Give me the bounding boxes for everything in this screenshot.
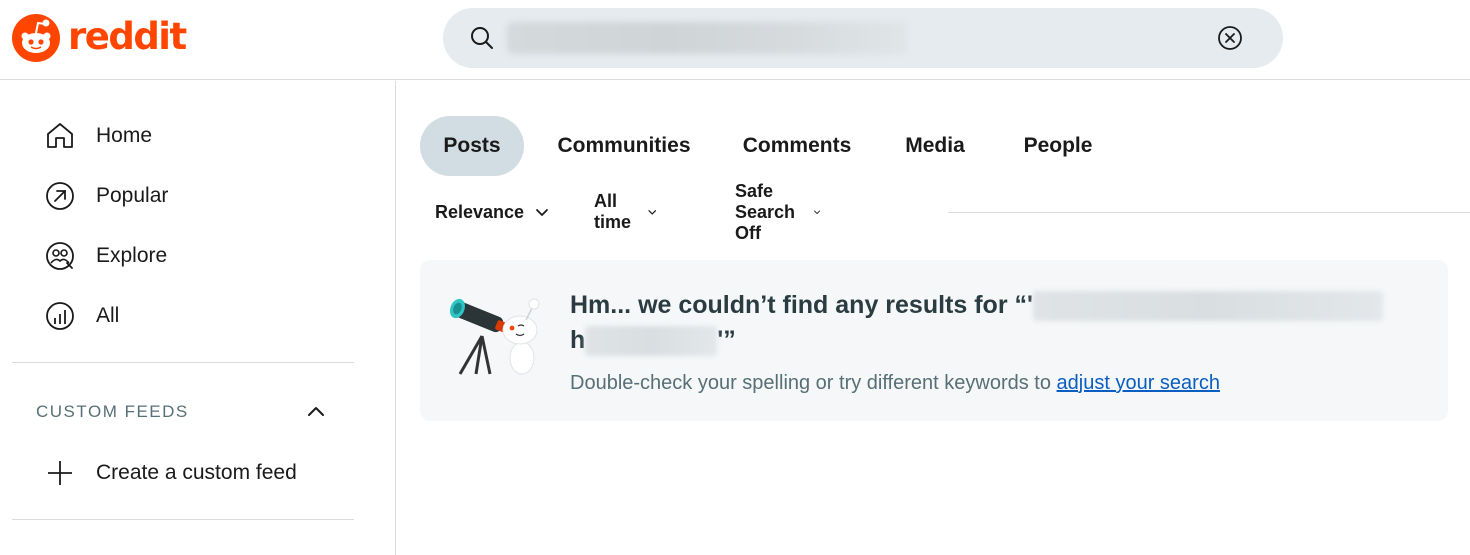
- explore-icon: [46, 242, 74, 270]
- safe-search-label: Safe Search Off: [735, 180, 796, 243]
- no-results-card: Hm... we couldn’t find any results for “…: [420, 260, 1448, 421]
- no-results-subtitle: Double-check your spelling or try differ…: [570, 372, 1220, 395]
- time-label: All time: [594, 191, 632, 232]
- sidebar-item-label: Popular: [96, 184, 169, 207]
- filter-divider: [948, 212, 1470, 213]
- time-dropdown[interactable]: All time: [594, 190, 657, 234]
- tab-posts[interactable]: Posts: [420, 116, 524, 176]
- logo-text: reddit: [68, 14, 187, 58]
- tab-comments[interactable]: Comments: [730, 116, 864, 176]
- reddit-snoo-logo-icon: [12, 14, 60, 62]
- title-suffix: '”: [717, 326, 736, 354]
- sidebar-item-label: Explore: [96, 244, 168, 267]
- top-header: reddit: [0, 0, 1470, 80]
- sidebar-item-all[interactable]: All: [12, 288, 354, 344]
- home-icon: [47, 123, 73, 148]
- snoo-telescope-icon: [449, 298, 540, 375]
- tab-communities[interactable]: Communities: [546, 116, 702, 176]
- sidebar-divider: [12, 519, 354, 520]
- reddit-logo[interactable]: reddit: [12, 14, 187, 62]
- search-bar[interactable]: [443, 8, 1283, 68]
- close-circle-icon[interactable]: [1217, 25, 1243, 51]
- custom-feeds-heading: CUSTOM FEEDS: [36, 402, 189, 421]
- sidebar-item-label: All: [96, 304, 120, 327]
- subtitle-text: Double-check your spelling or try differ…: [570, 372, 1057, 394]
- search-icon: [471, 27, 493, 49]
- query-redacted: [585, 326, 718, 357]
- left-sidebar: Home Popular Explore All CUSTOM FEEDS Cr…: [0, 81, 396, 555]
- title-prefix: Hm... we couldn’t find any results for “…: [570, 291, 1033, 319]
- plus-icon: [48, 461, 72, 485]
- sort-dropdown[interactable]: Relevance: [435, 190, 550, 234]
- sidebar-item-home[interactable]: Home: [12, 108, 354, 164]
- sort-label: Relevance: [435, 201, 525, 222]
- adjust-search-link[interactable]: adjust your search: [1057, 372, 1220, 394]
- tab-people[interactable]: People: [1008, 116, 1108, 176]
- chevron-down-icon: [647, 210, 656, 215]
- sidebar-divider: [12, 362, 354, 363]
- chart-icon: [46, 302, 74, 330]
- sidebar-item-explore[interactable]: Explore: [12, 228, 354, 284]
- sidebar-item-popular[interactable]: Popular: [12, 168, 354, 224]
- create-custom-feed-button[interactable]: Create a custom feed: [12, 445, 354, 501]
- popular-arrow-icon: [46, 182, 74, 210]
- no-results-title: Hm... we couldn’t find any results for “…: [570, 288, 1400, 358]
- chevron-down-icon: [536, 209, 548, 216]
- title-mid: h: [570, 326, 586, 354]
- sidebar-item-label: Home: [96, 124, 153, 147]
- chevron-up-icon[interactable]: [303, 399, 329, 425]
- chevron-down-icon: [813, 210, 820, 214]
- create-custom-feed-label: Create a custom feed: [96, 461, 297, 484]
- query-redacted: [1032, 291, 1383, 322]
- tab-media[interactable]: Media: [890, 116, 980, 176]
- safe-search-dropdown[interactable]: Safe Search Off: [735, 181, 821, 243]
- search-input[interactable]: [507, 22, 927, 54]
